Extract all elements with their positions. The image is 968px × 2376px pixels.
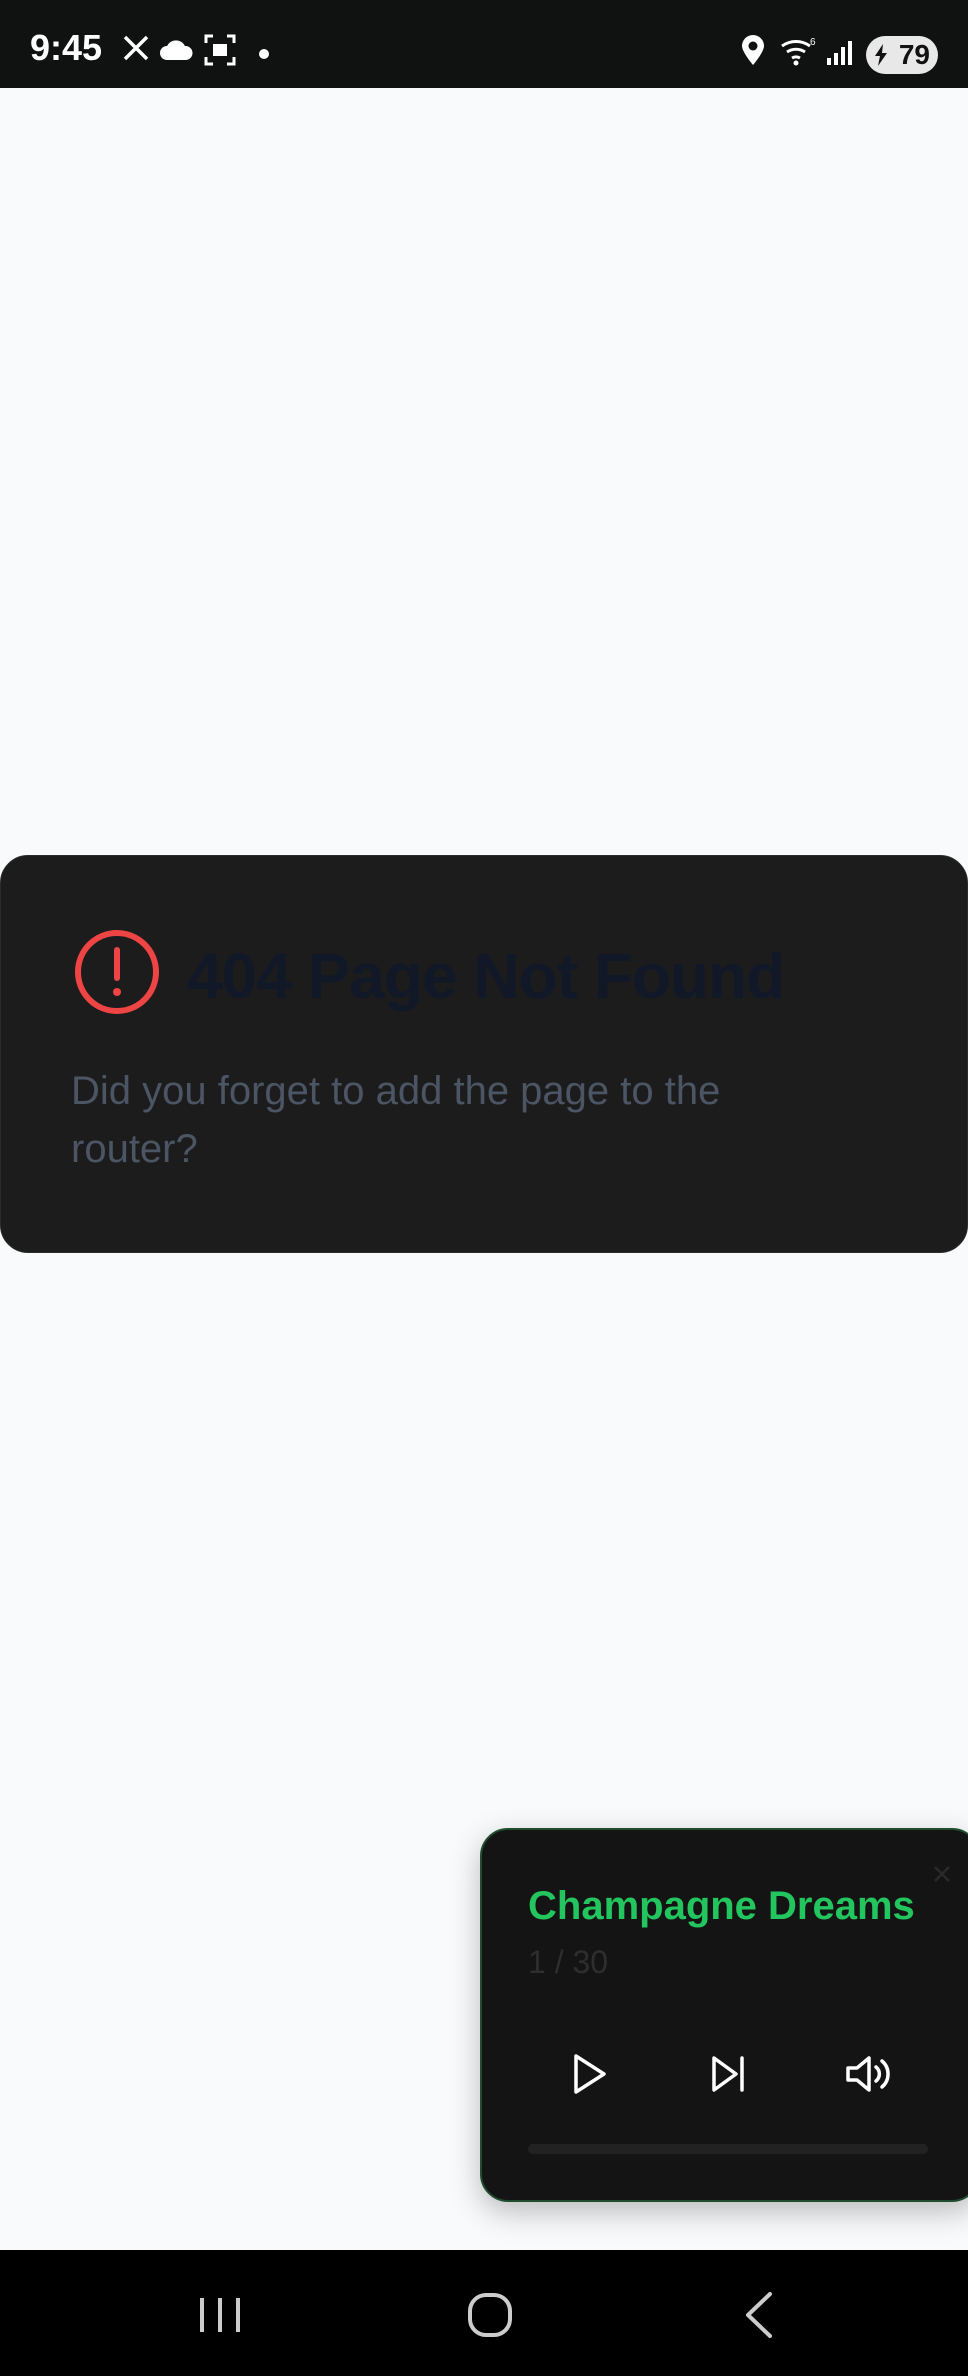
track-position: 1 / 30 [528,1944,609,1980]
signal-icon [827,41,852,65]
location-icon [742,35,764,65]
battery-icon: 79 [866,36,938,74]
play-icon[interactable] [558,2044,618,2104]
recent-apps-icon[interactable] [190,2290,250,2340]
home-icon[interactable] [460,2290,520,2340]
status-time: 9:45 [30,27,103,68]
track-title: Champagne Dreams [528,1884,915,1928]
screenshot-icon [204,34,236,66]
x-icon [123,35,149,61]
cloud-icon [160,40,193,60]
battery-level: 79 [898,39,930,70]
wifi-icon: 6 [781,37,816,66]
mini-player: Champagne Dreams 1 / 30 [480,1828,968,2202]
skip-next-icon[interactable] [698,2044,758,2104]
volume-icon[interactable] [840,2044,900,2104]
back-icon[interactable] [730,2290,790,2340]
charging-bolt-icon [875,44,887,66]
error-description: Did you forget to add the page to the ro… [71,1069,721,1171]
alert-circle-icon [75,930,159,1014]
not-found-card: 404 Page Not Found Did you forget to add… [0,855,968,1253]
page-title: 404 Page Not Found [187,940,785,1012]
playback-progress-bar[interactable] [528,2144,928,2154]
svg-text:6: 6 [810,37,816,48]
dot-icon [259,49,269,59]
status-bar: 9:45 6 79 [0,0,968,88]
navigation-bar [0,2250,968,2376]
close-icon[interactable] [930,1862,954,1886]
